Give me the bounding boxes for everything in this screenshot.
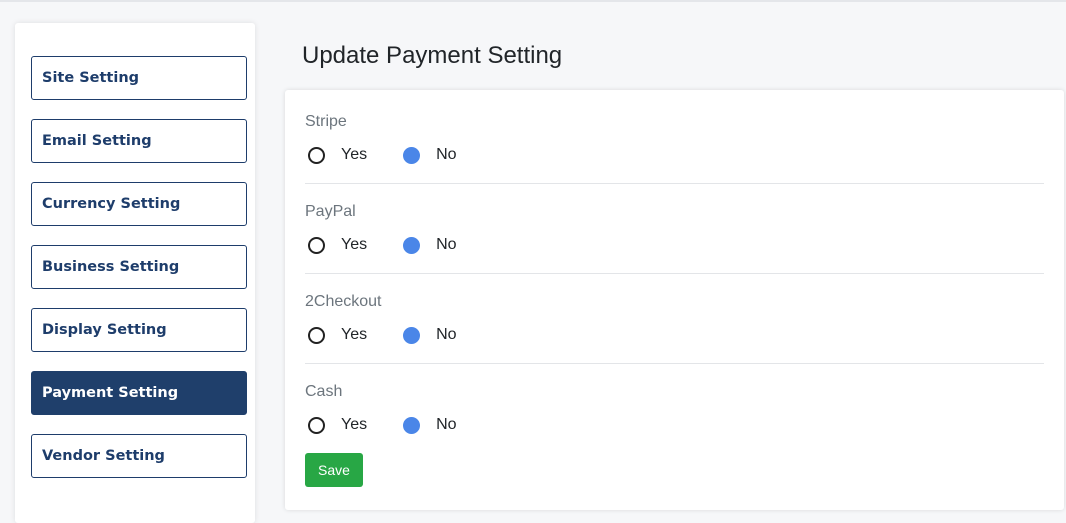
stripe-yes-radio[interactable] — [308, 146, 325, 164]
stripe-no-option[interactable]: No — [403, 146, 457, 164]
cash-radio-group: Yes No — [308, 414, 493, 436]
paypal-yes-radio[interactable] — [308, 236, 325, 254]
paypal-radio-group: Yes No — [308, 234, 493, 256]
sidebar-item-business-setting[interactable]: Business Setting — [31, 245, 247, 289]
sidebar-item-site-setting[interactable]: Site Setting — [31, 56, 247, 100]
2checkout-yes-radio[interactable] — [308, 326, 325, 344]
sidebar-item-payment-setting[interactable]: Payment Setting — [31, 371, 247, 415]
section-divider — [305, 183, 1044, 184]
stripe-label: Stripe — [305, 113, 347, 130]
paypal-no-option[interactable]: No — [403, 236, 457, 254]
settings-sidebar: Site Setting Email Setting Currency Sett… — [15, 23, 255, 523]
paypal-no-label: No — [436, 236, 457, 253]
2checkout-yes-option[interactable]: Yes — [308, 326, 367, 344]
stripe-yes-option[interactable]: Yes — [308, 146, 367, 164]
sidebar-item-currency-setting[interactable]: Currency Setting — [31, 182, 247, 226]
page-title: Update Payment Setting — [302, 42, 563, 69]
payment-settings-card: Stripe Yes No PayPal Yes No 2Checkout Ye… — [285, 90, 1064, 510]
2checkout-no-label: No — [436, 326, 457, 343]
stripe-no-label: No — [436, 146, 457, 163]
sidebar-item-display-setting[interactable]: Display Setting — [31, 308, 247, 352]
cash-no-label: No — [436, 416, 457, 433]
cash-no-radio[interactable] — [403, 416, 421, 434]
paypal-label: PayPal — [305, 203, 356, 220]
section-divider — [305, 273, 1044, 274]
cash-label: Cash — [305, 383, 343, 400]
stripe-no-radio[interactable] — [403, 146, 421, 164]
2checkout-no-option[interactable]: No — [403, 326, 457, 344]
sidebar-item-email-setting[interactable]: Email Setting — [31, 119, 247, 163]
paypal-no-radio[interactable] — [403, 236, 421, 254]
paypal-yes-label: Yes — [341, 236, 368, 253]
cash-yes-option[interactable]: Yes — [308, 416, 367, 434]
stripe-radio-group: Yes No — [308, 144, 493, 166]
save-button[interactable]: Save — [305, 453, 363, 487]
paypal-yes-option[interactable]: Yes — [308, 236, 367, 254]
stripe-yes-label: Yes — [341, 146, 368, 163]
2checkout-no-radio[interactable] — [403, 326, 421, 344]
2checkout-label: 2Checkout — [305, 293, 382, 310]
cash-no-option[interactable]: No — [403, 416, 457, 434]
sidebar-item-vendor-setting[interactable]: Vendor Setting — [31, 434, 247, 478]
2checkout-radio-group: Yes No — [308, 324, 493, 346]
cash-yes-radio[interactable] — [308, 416, 325, 434]
section-divider — [305, 363, 1044, 364]
top-border — [0, 0, 1066, 2]
2checkout-yes-label: Yes — [341, 326, 368, 343]
cash-yes-label: Yes — [341, 416, 368, 433]
